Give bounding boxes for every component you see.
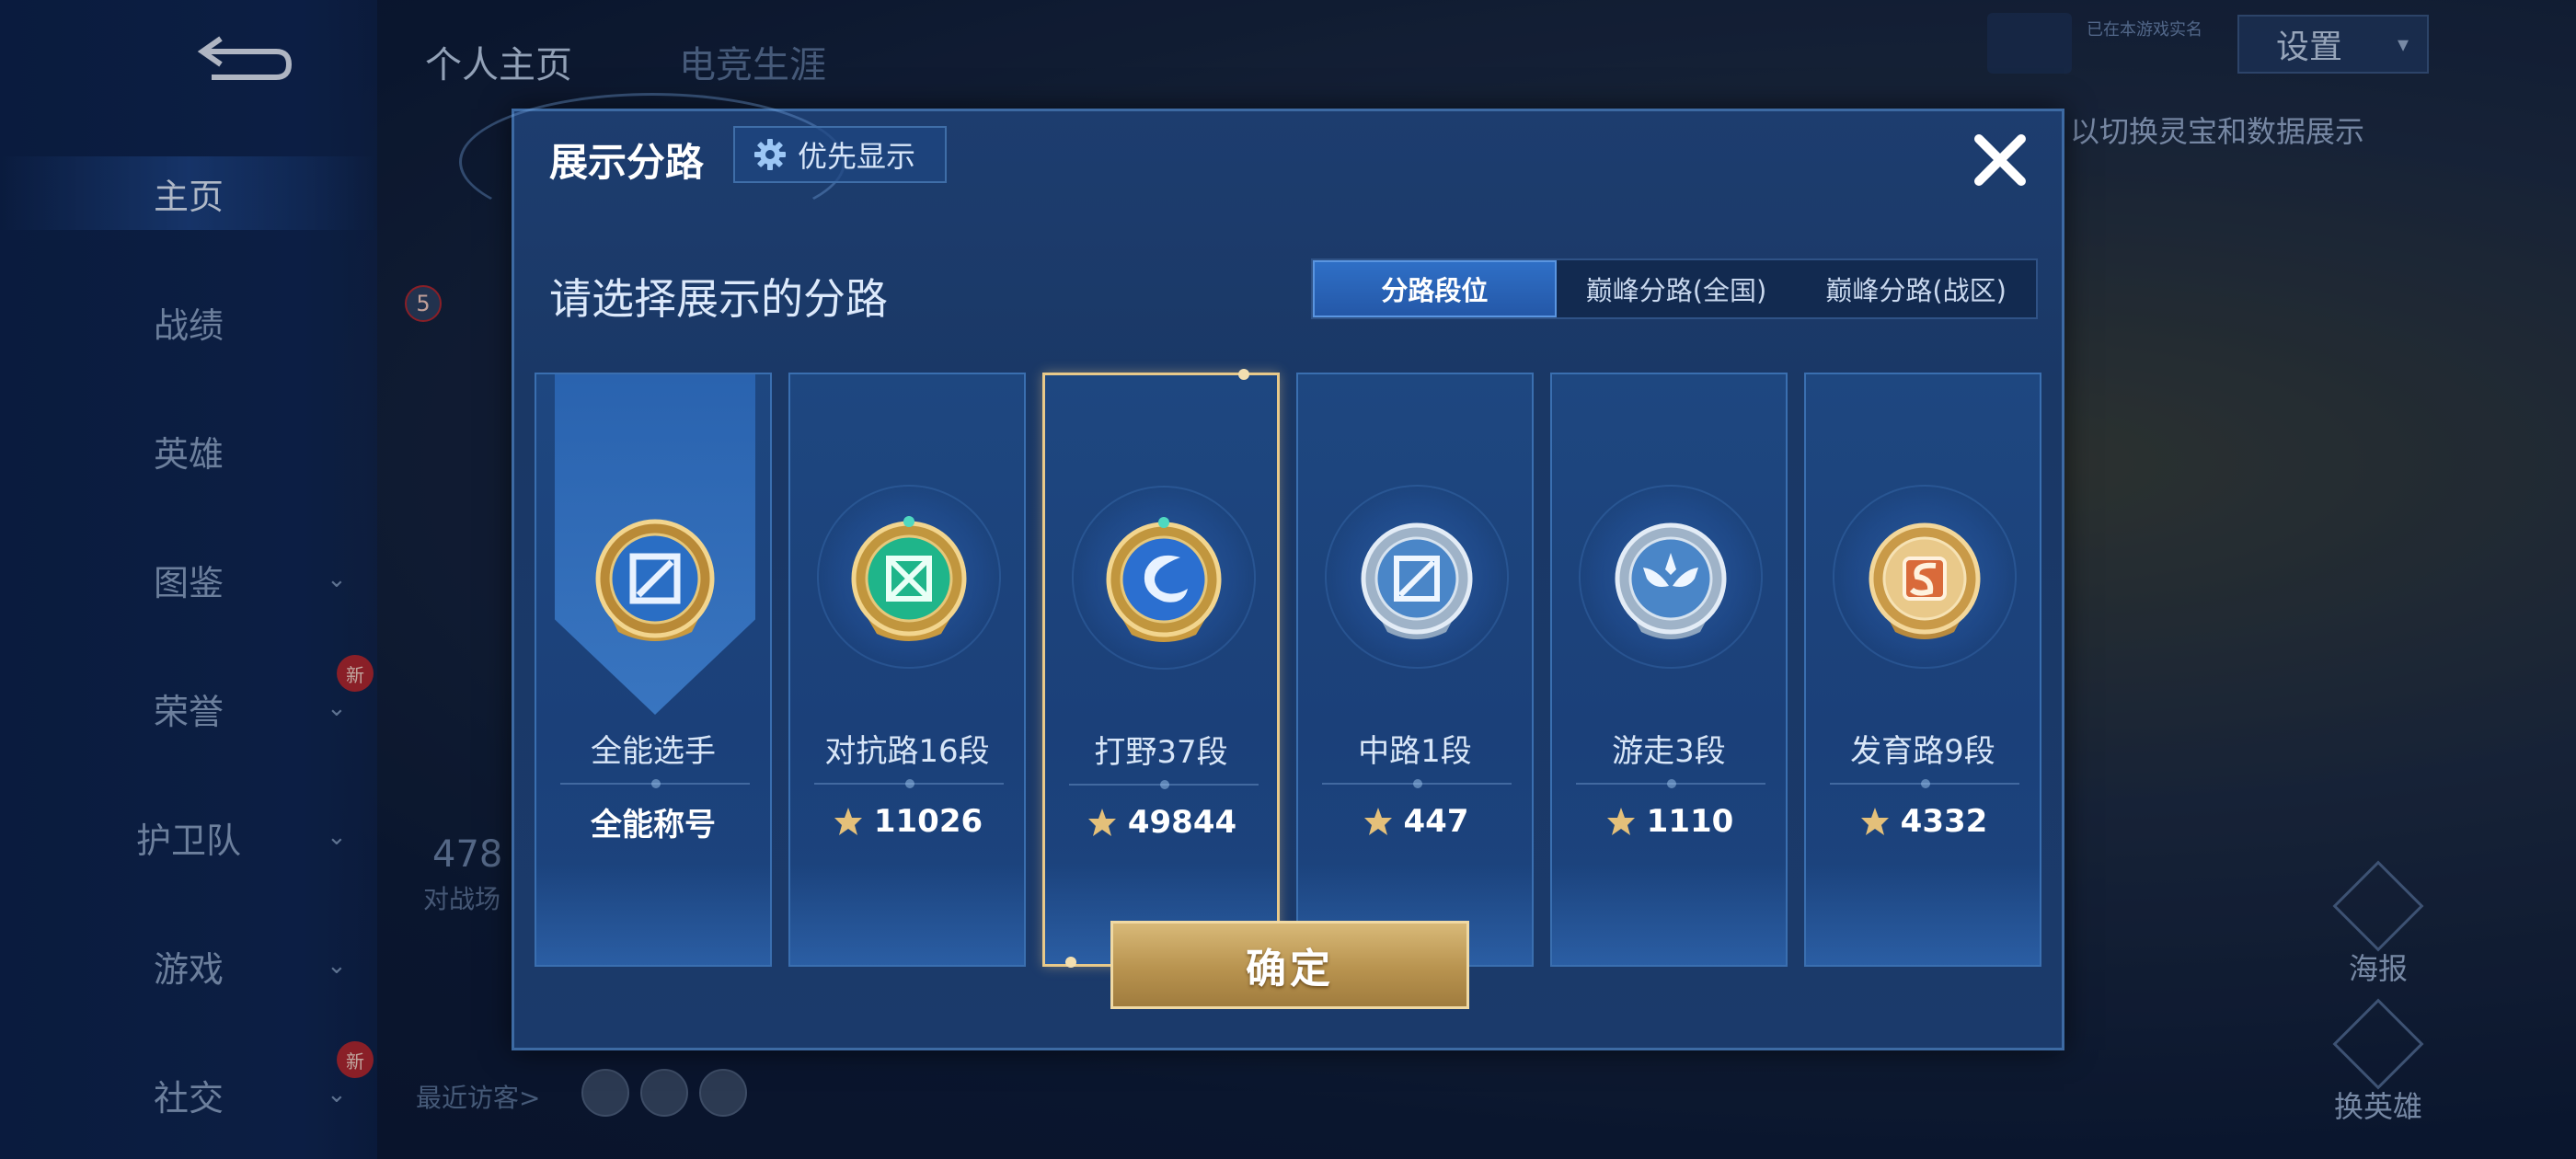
lane-card-clash[interactable]: 对抗路16段 11026 xyxy=(788,373,1026,967)
selected-corner-dot xyxy=(1238,369,1249,380)
lane-score-value: 全能称号 xyxy=(591,806,716,843)
divider xyxy=(1069,780,1259,789)
lane-name: 对抗路16段 xyxy=(824,733,990,770)
lane-score: 全能称号 xyxy=(536,794,770,849)
priority-display-button[interactable]: 优先显示 xyxy=(733,126,947,183)
roam-emblem-icon xyxy=(1615,522,1727,639)
divider xyxy=(814,779,1004,788)
lane-mode-tabs: 分路段位 巅峰分路(全国) 巅峰分路(战区) xyxy=(1311,258,2038,319)
lane-card-farm[interactable]: 发育路9段 4332 xyxy=(1804,373,2041,967)
lane-score: 447 xyxy=(1298,794,1532,849)
lane-score-value: 11026 xyxy=(873,803,983,840)
lane-score-value: 4332 xyxy=(1900,803,1988,840)
lane-score: 4332 xyxy=(1806,794,2040,849)
lane-card-jungle[interactable]: 打野37段 49844 xyxy=(1042,369,1280,968)
rank-score-icon xyxy=(1860,808,1889,835)
section-label: 请选择展示的分路 xyxy=(549,274,888,324)
clash-lane-emblem-icon xyxy=(851,516,967,641)
lane-name: 打野37段 xyxy=(1094,734,1228,771)
lane-score-value: 447 xyxy=(1403,803,1469,840)
modal-title: 展示分路 xyxy=(549,140,705,185)
rank-score-icon xyxy=(1087,809,1116,836)
lane-name: 全能选手 xyxy=(591,733,716,770)
lane-name: 中路1段 xyxy=(1358,733,1472,770)
all-round-emblem-icon xyxy=(595,519,715,641)
lane-card-roam[interactable]: 游走3段 1110 xyxy=(1550,373,1788,967)
card-glow xyxy=(536,864,770,965)
lane-name: 发育路9段 xyxy=(1850,733,1995,770)
mid-lane-emblem-icon xyxy=(1361,522,1473,639)
farm-lane-emblem-icon xyxy=(1869,522,1981,639)
close-icon[interactable] xyxy=(1968,128,2032,192)
lane-name: 游走3段 xyxy=(1612,733,1726,770)
lane-score: 11026 xyxy=(790,794,1024,849)
divider xyxy=(1830,779,2019,788)
selected-corner-dot xyxy=(1065,957,1076,968)
lane-display-modal: 展示分路 优先显示 请选择展示的分路 分路段位 巅峰分路(全国) 巅峰分路(战区… xyxy=(459,93,2064,1050)
lane-card-mid[interactable]: 中路1段 447 xyxy=(1296,373,1534,967)
tab-peak-lane-national[interactable]: 巅峰分路(全国) xyxy=(1557,260,1797,317)
card-glow xyxy=(1552,864,1786,965)
rank-score-icon xyxy=(1606,808,1635,835)
lane-score-value: 49844 xyxy=(1127,804,1237,841)
tab-peak-lane-region[interactable]: 巅峰分路(战区) xyxy=(1796,260,2036,317)
lane-card-all-round[interactable]: 全能选手 全能称号 xyxy=(535,373,772,967)
confirm-button[interactable]: 确定 xyxy=(1110,921,1469,1009)
rank-score-icon xyxy=(834,808,862,835)
card-glow xyxy=(790,864,1024,965)
divider xyxy=(1576,779,1765,788)
lane-score: 49844 xyxy=(1045,795,1277,850)
lane-score-value: 1110 xyxy=(1646,803,1734,840)
rank-score-icon xyxy=(1363,808,1392,835)
lane-score: 1110 xyxy=(1552,794,1786,849)
tab-lane-rank[interactable]: 分路段位 xyxy=(1313,260,1557,317)
card-glow xyxy=(1806,864,2040,965)
gear-icon xyxy=(754,139,786,170)
divider xyxy=(1322,779,1512,788)
jungle-emblem-icon xyxy=(1106,517,1222,642)
divider xyxy=(560,779,750,788)
lane-cards: 全能选手 全能称号 对抗路16段 11026 打野37段 49844 中路1段 … xyxy=(535,369,2043,968)
priority-display-label: 优先显示 xyxy=(798,139,916,174)
